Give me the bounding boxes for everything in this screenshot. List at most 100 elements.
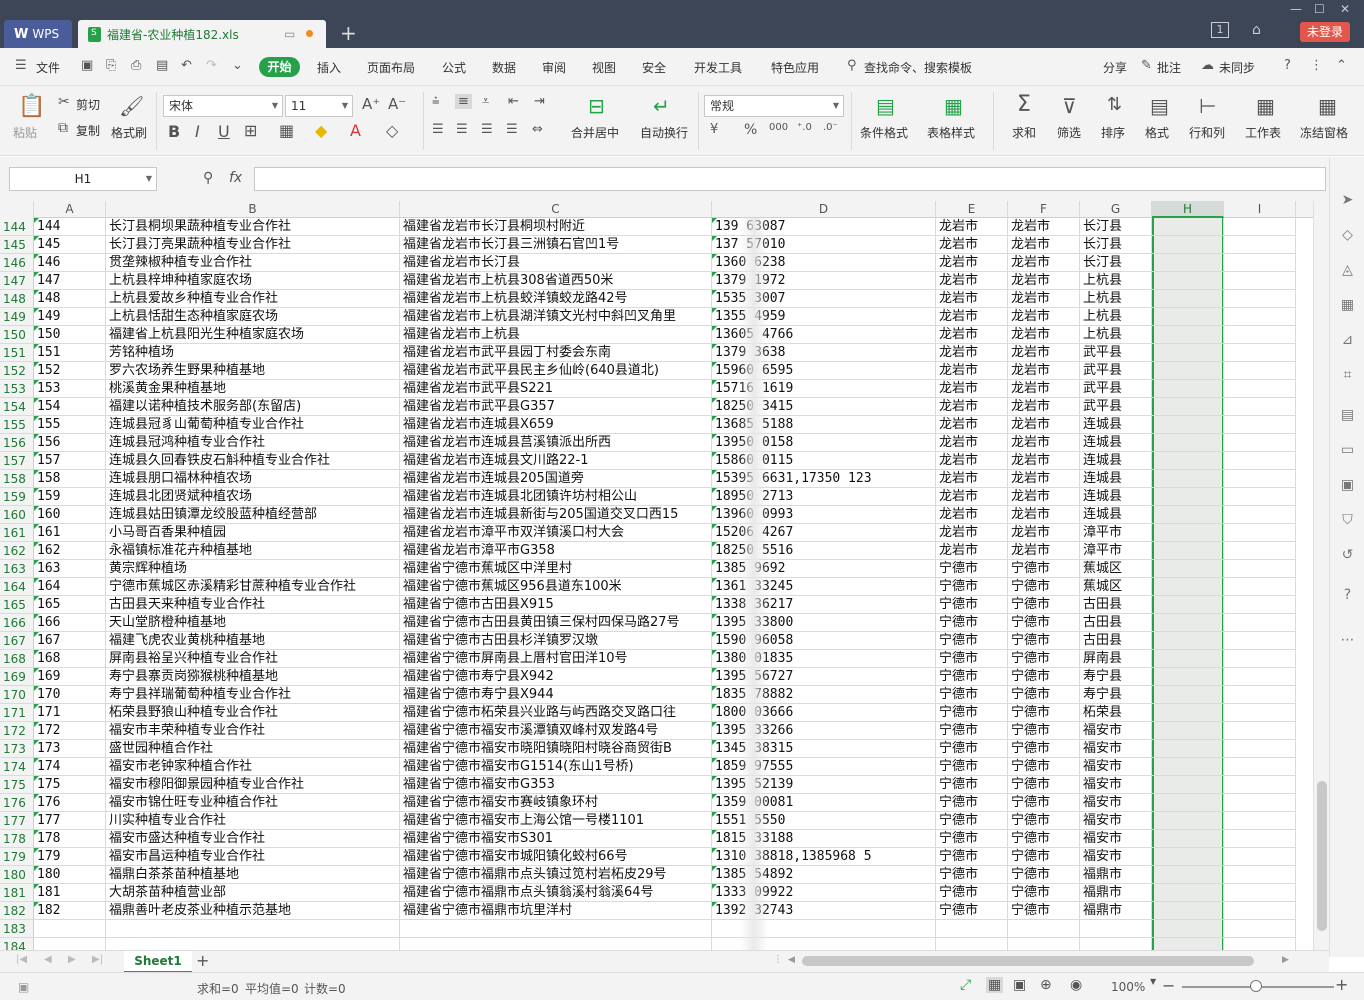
cell-i[interactable]	[1224, 794, 1296, 812]
cell-b[interactable]: 福安市老钟家种植合作社	[106, 758, 400, 776]
cell-i[interactable]	[1224, 470, 1296, 488]
cell-h[interactable]	[1152, 254, 1224, 272]
pointer-icon[interactable]: ➤	[1339, 192, 1356, 209]
cell-d[interactable]: 1338 36217	[712, 596, 936, 614]
cell-i[interactable]	[1224, 236, 1296, 254]
thousands-icon[interactable]: 000	[769, 122, 788, 133]
row-number[interactable]: 176	[0, 794, 34, 812]
comment-button[interactable]: 批注	[1157, 59, 1181, 76]
cell-f[interactable]: 龙岩市	[1008, 398, 1080, 416]
row-number[interactable]: 150	[0, 326, 34, 344]
wrap-text-button[interactable]: 自动换行	[640, 124, 688, 141]
cell-g[interactable]: 福安市	[1080, 794, 1152, 812]
column-header-g[interactable]: G	[1080, 201, 1152, 218]
cell-d[interactable]: 1395 33266	[712, 722, 936, 740]
cell-e[interactable]: 龙岩市	[936, 218, 1008, 236]
cell-i[interactable]	[1224, 596, 1296, 614]
cell-i[interactable]	[1224, 938, 1296, 950]
cell-b[interactable]: 天山堂脐橙种植基地	[106, 614, 400, 632]
cell-c[interactable]: 福建省宁德市福鼎市点头镇翁溪村翁溪64号	[400, 884, 712, 902]
cell-h[interactable]	[1152, 668, 1224, 686]
cell-a[interactable]: 171	[34, 704, 106, 722]
row-number[interactable]: 151	[0, 344, 34, 362]
cell-d[interactable]: 1385 54892	[712, 866, 936, 884]
cell-c[interactable]: 福建省龙岩市长汀县桐坝村附近	[400, 218, 712, 236]
cell-b[interactable]: 柘荣县野狼山种植专业合作社	[106, 704, 400, 722]
cell-h[interactable]	[1152, 740, 1224, 758]
cell-g[interactable]: 连城县	[1080, 488, 1152, 506]
row-number[interactable]: 169	[0, 668, 34, 686]
row-col-icon[interactable]: ⊢	[1199, 94, 1216, 118]
cell-i[interactable]	[1224, 650, 1296, 668]
cell-c[interactable]: 福建省龙岩市连城县莒溪镇派出所西	[400, 434, 712, 452]
cell-a[interactable]: 145	[34, 236, 106, 254]
cell-c[interactable]: 福建省龙岩市武平县G357	[400, 398, 712, 416]
cell-i[interactable]	[1224, 308, 1296, 326]
row-number[interactable]: 175	[0, 776, 34, 794]
cell-g[interactable]: 连城县	[1080, 416, 1152, 434]
cell-g[interactable]	[1080, 938, 1152, 950]
cell-e[interactable]: 龙岩市	[936, 542, 1008, 560]
backup-icon[interactable]: ▤	[1339, 407, 1356, 424]
share-button[interactable]: 分享	[1103, 59, 1127, 76]
cell-d[interactable]: 13685 5188	[712, 416, 936, 434]
cell-d[interactable]: 1333 09922	[712, 884, 936, 902]
clear-format-icon[interactable]: ◇	[386, 121, 398, 140]
cell-d[interactable]: 15206 4267	[712, 524, 936, 542]
cell-f[interactable]: 宁德市	[1008, 794, 1080, 812]
cell-f[interactable]: 宁德市	[1008, 830, 1080, 848]
row-number[interactable]: 184	[0, 938, 34, 950]
cell-a[interactable]: 156	[34, 434, 106, 452]
cell-i[interactable]	[1224, 524, 1296, 542]
cell-d[interactable]: 1859 97555	[712, 758, 936, 776]
cell-a[interactable]: 162	[34, 542, 106, 560]
cell-e[interactable]: 宁德市	[936, 848, 1008, 866]
cell-f[interactable]: 龙岩市	[1008, 290, 1080, 308]
cell-f[interactable]: 宁德市	[1008, 902, 1080, 920]
cell-c[interactable]: 福建省龙岩市漳平市双洋镇溪口村大会	[400, 524, 712, 542]
paste-icon[interactable]: 📋	[18, 94, 45, 119]
close-icon[interactable]: ✕	[1340, 2, 1350, 16]
menu-security[interactable]: 安全	[642, 59, 666, 76]
cell-e[interactable]: 龙岩市	[936, 488, 1008, 506]
cond-format-button[interactable]: 条件格式	[860, 124, 908, 141]
cell-f[interactable]: 龙岩市	[1008, 470, 1080, 488]
cell-f[interactable]: 龙岩市	[1008, 488, 1080, 506]
cell-i[interactable]	[1224, 506, 1296, 524]
redo-icon[interactable]: ↷	[206, 58, 217, 73]
cell-e[interactable]: 龙岩市	[936, 290, 1008, 308]
cell-b[interactable]	[106, 938, 400, 950]
cell-c[interactable]: 福建省宁德市蕉城区中洋里村	[400, 560, 712, 578]
cell-e[interactable]	[936, 938, 1008, 950]
cell-c[interactable]: 福建省龙岩市上杭县308省道西50米	[400, 272, 712, 290]
table-style-icon[interactable]: ▦	[944, 94, 963, 118]
increase-decimal-icon[interactable]: ⁺.0	[797, 122, 812, 133]
scroll-left-icon[interactable]: ◀	[788, 955, 795, 965]
cell-b[interactable]: 连城县北团贤斌种植农场	[106, 488, 400, 506]
cell-g[interactable]: 武平县	[1080, 380, 1152, 398]
cell-e[interactable]: 龙岩市	[936, 380, 1008, 398]
cell-g[interactable]: 寿宁县	[1080, 668, 1152, 686]
cell-d[interactable]: 1379 3638	[712, 344, 936, 362]
cell-a[interactable]: 181	[34, 884, 106, 902]
zoom-search-icon[interactable]: ⚲	[203, 170, 213, 186]
cell-a[interactable]: 165	[34, 596, 106, 614]
cell-e[interactable]: 宁德市	[936, 578, 1008, 596]
sort-button[interactable]: 排序	[1101, 124, 1125, 141]
format-icon[interactable]: ▤	[1150, 94, 1169, 118]
cell-h[interactable]	[1152, 542, 1224, 560]
cell-b[interactable]: 福安市昌运种植专业合作社	[106, 848, 400, 866]
cell-a[interactable]: 144	[34, 218, 106, 236]
cell-g[interactable]: 福安市	[1080, 776, 1152, 794]
cell-c[interactable]: 福建省宁德市福安市上海公馆一号楼1101	[400, 812, 712, 830]
cell-b[interactable]: 古田县天来种植专业合作社	[106, 596, 400, 614]
preview-icon[interactable]: ▤	[156, 58, 168, 73]
cell-b[interactable]: 上杭县爱故乡种植专业合作社	[106, 290, 400, 308]
cell-g[interactable]	[1080, 920, 1152, 938]
cell-h[interactable]	[1152, 884, 1224, 902]
cell-b[interactable]: 盛世园种植合作社	[106, 740, 400, 758]
cell-c[interactable]: 福建省宁德市福鼎市点头镇过笕村岩柘皮29号	[400, 866, 712, 884]
cell-a[interactable]: 169	[34, 668, 106, 686]
cell-h[interactable]	[1152, 650, 1224, 668]
cell-g[interactable]: 福鼎市	[1080, 902, 1152, 920]
